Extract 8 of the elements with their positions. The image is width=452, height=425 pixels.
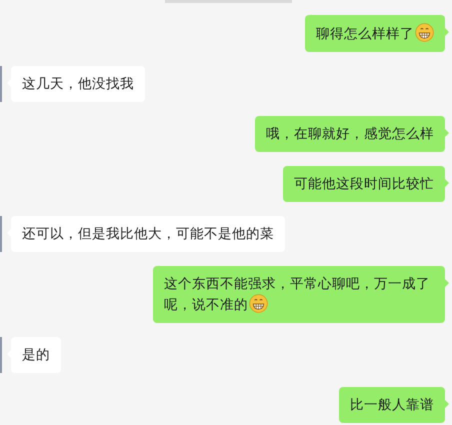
message-text: 是的 <box>22 347 50 363</box>
message-text: 还可以，但是我比他大，可能不是他的菜 <box>22 226 274 242</box>
message-text: 这几天，他没找我 <box>22 76 134 92</box>
message-text: 哦，在聊就好，感觉怎么样 <box>266 126 434 142</box>
message-text: 这个东西不能强求，平常心聊吧，万一成了呢，说不准的 <box>164 276 430 313</box>
message-text: 可能他这段时间比较忙 <box>294 176 434 192</box>
message-text: 聊得怎么样样了 <box>316 26 414 42</box>
message-text: 比一般人靠谱 <box>350 397 434 413</box>
